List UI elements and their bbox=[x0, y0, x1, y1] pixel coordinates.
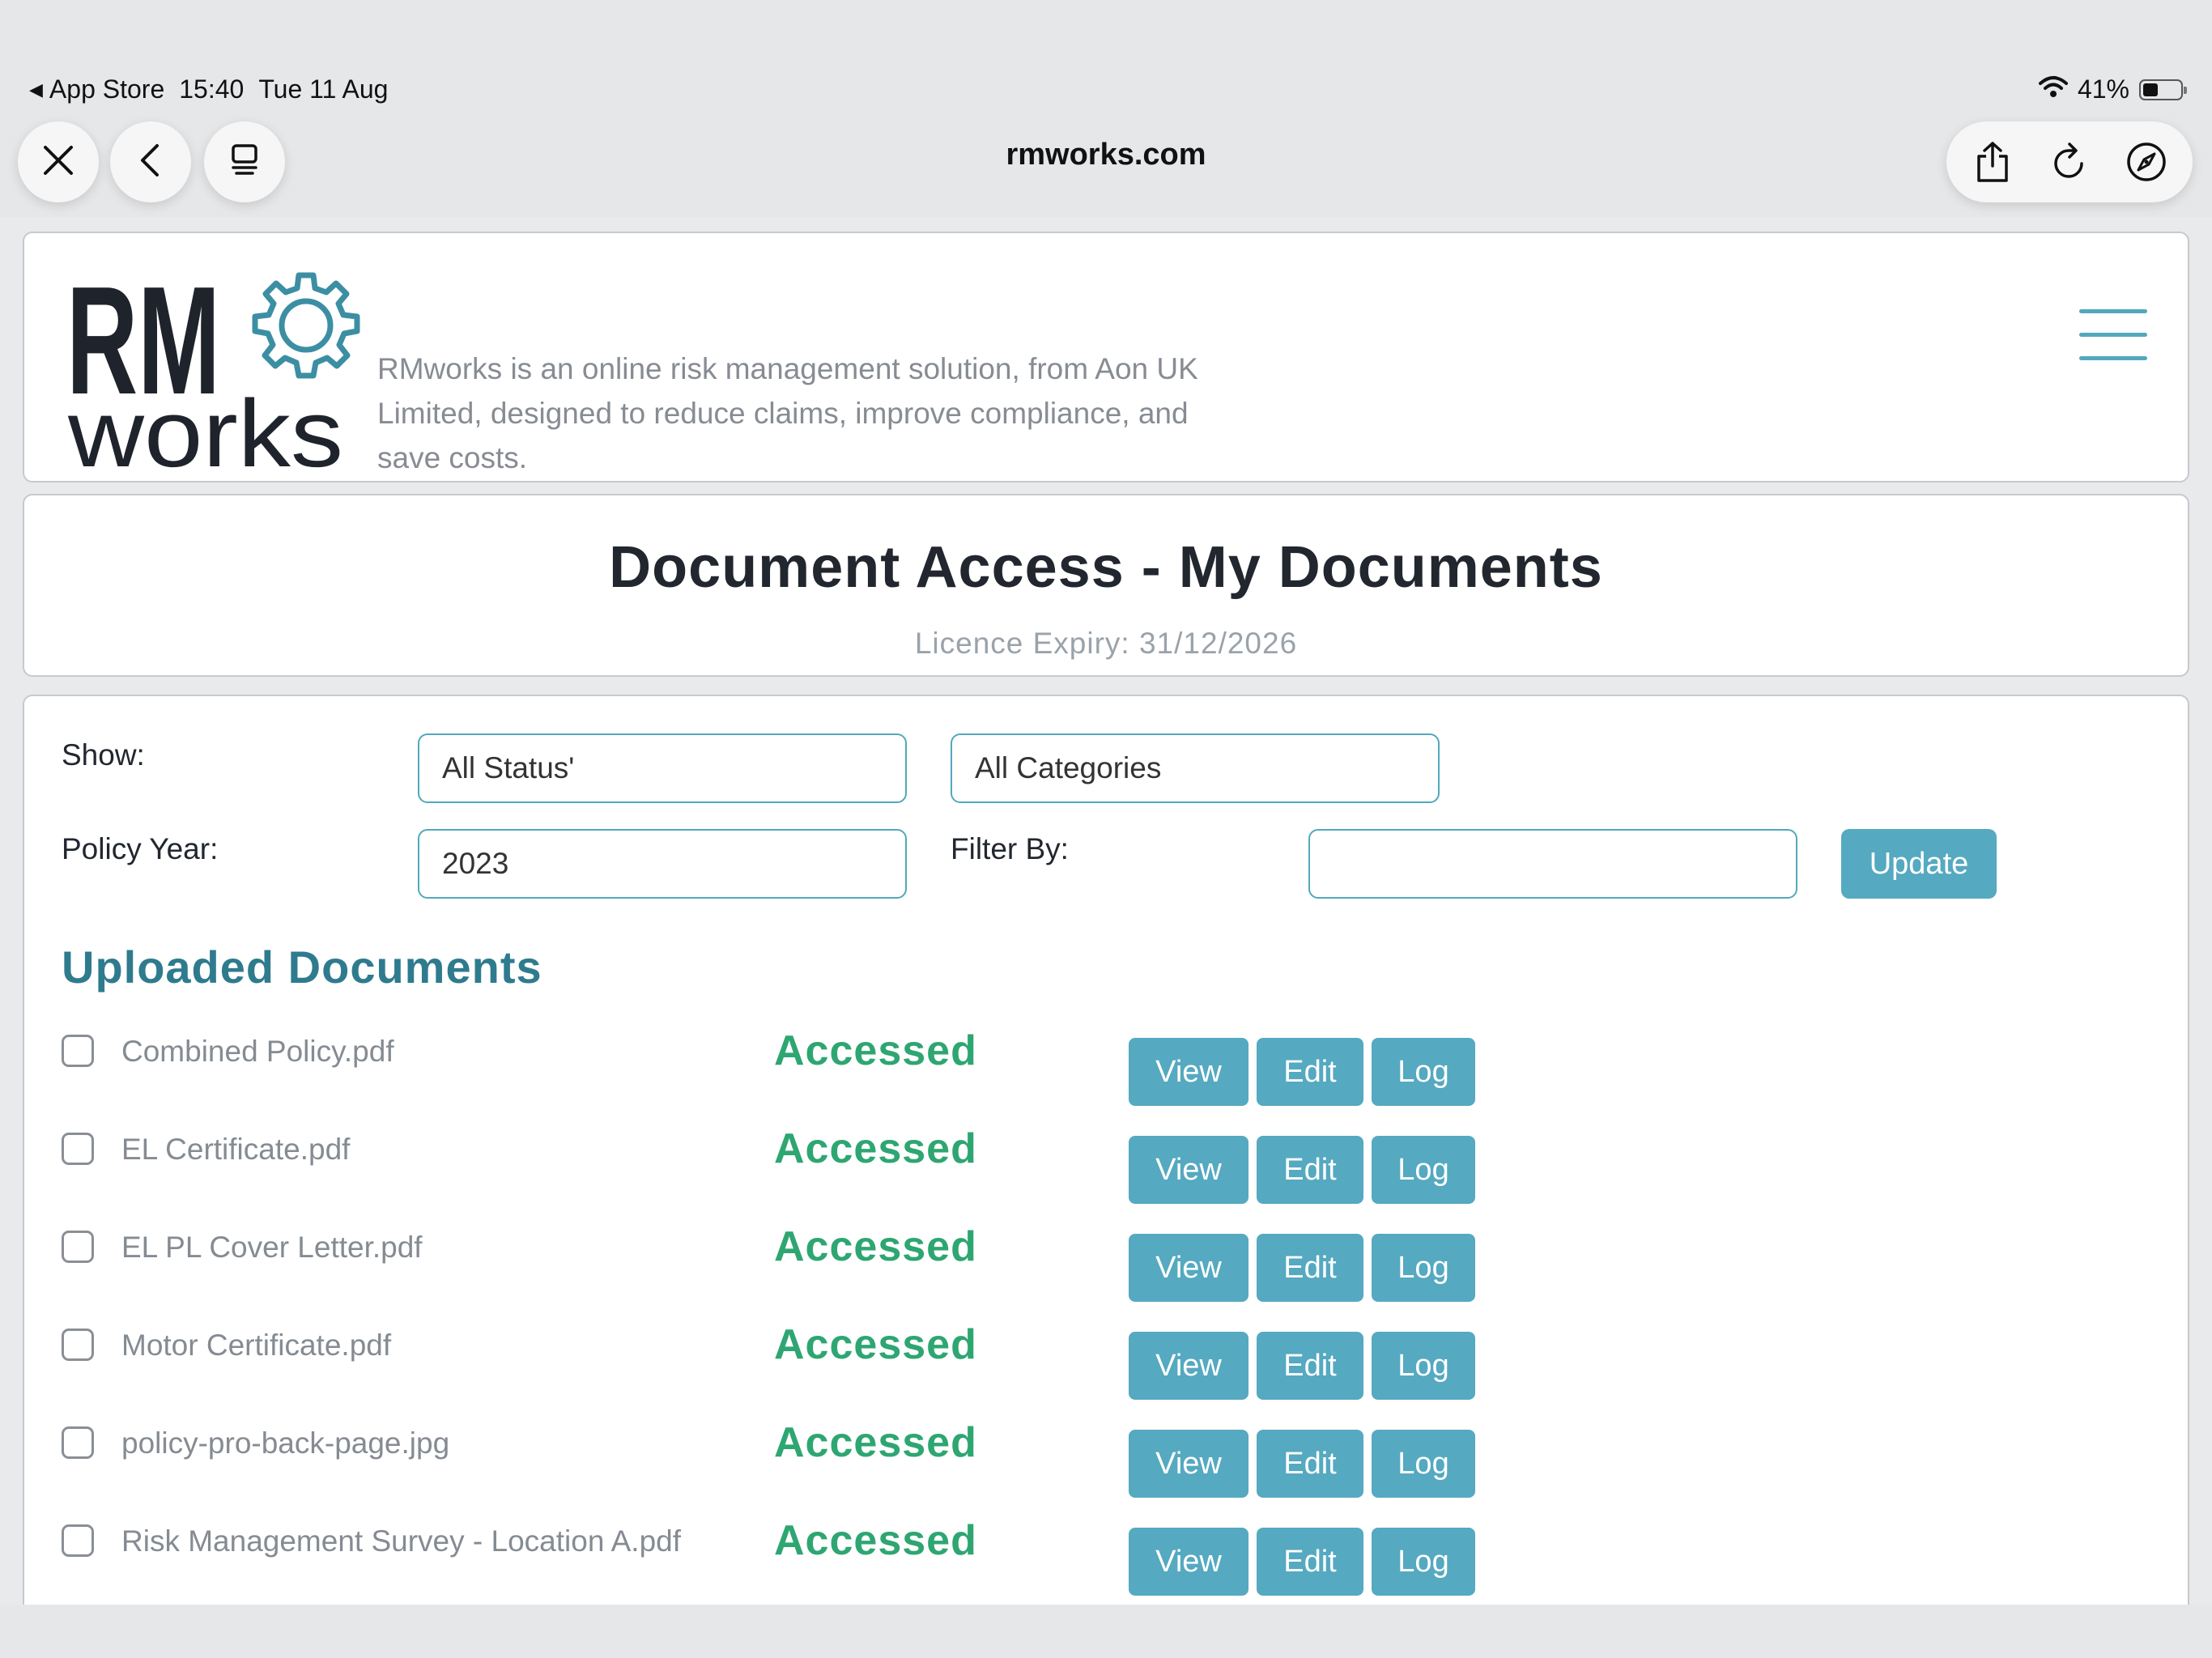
rmworks-logo[interactable]: RM works bbox=[66, 255, 374, 487]
hamburger-icon bbox=[2079, 309, 2147, 360]
document-checkbox[interactable] bbox=[62, 1426, 94, 1459]
document-row: policy-pro-back-page.jpg Accessed View E… bbox=[24, 1419, 2191, 1524]
document-name[interactable]: Combined Policy.pdf bbox=[121, 1035, 394, 1069]
log-button[interactable]: Log bbox=[1372, 1136, 1475, 1204]
log-button[interactable]: Log bbox=[1372, 1038, 1475, 1106]
view-button[interactable]: View bbox=[1129, 1332, 1249, 1400]
view-button[interactable]: View bbox=[1129, 1528, 1249, 1596]
uploaded-documents-heading: Uploaded Documents bbox=[62, 942, 542, 993]
document-row: Risk Management Survey - Location A.pdf … bbox=[24, 1517, 2191, 1605]
document-status: Accessed bbox=[774, 1419, 977, 1466]
edit-button[interactable]: Edit bbox=[1257, 1528, 1363, 1596]
log-button[interactable]: Log bbox=[1372, 1528, 1475, 1596]
view-button[interactable]: View bbox=[1129, 1234, 1249, 1302]
battery-percent: 41% bbox=[2077, 74, 2129, 104]
status-date: Tue 11 Aug bbox=[258, 74, 389, 104]
document-status: Accessed bbox=[774, 1125, 977, 1172]
view-button[interactable]: View bbox=[1129, 1038, 1249, 1106]
policy-year-label: Policy Year: bbox=[62, 832, 219, 865]
status-select[interactable]: All Status' bbox=[418, 733, 907, 803]
policy-year-select[interactable]: 2023 bbox=[418, 829, 907, 899]
document-status: Accessed bbox=[774, 1223, 977, 1270]
log-button[interactable]: Log bbox=[1372, 1234, 1475, 1302]
log-button[interactable]: Log bbox=[1372, 1332, 1475, 1400]
menu-button[interactable] bbox=[2079, 309, 2147, 368]
document-name[interactable]: EL Certificate.pdf bbox=[121, 1133, 350, 1167]
edit-button[interactable]: Edit bbox=[1257, 1038, 1363, 1106]
gear-icon bbox=[252, 272, 360, 379]
show-label: Show: bbox=[62, 738, 145, 772]
share-icon[interactable] bbox=[1960, 130, 2025, 194]
view-button[interactable]: View bbox=[1129, 1136, 1249, 1204]
wifi-icon bbox=[2038, 74, 2068, 104]
licence-expiry: Licence Expiry: 31/12/2026 bbox=[914, 627, 1298, 660]
compass-icon[interactable] bbox=[2114, 130, 2179, 194]
reload-icon[interactable] bbox=[2037, 130, 2102, 194]
site-header: RM works RMworks is an online risk manag… bbox=[23, 232, 2189, 487]
document-name[interactable]: policy-pro-back-page.jpg bbox=[121, 1426, 449, 1460]
url-bar[interactable]: rmworks.com bbox=[0, 138, 2212, 172]
filter-by-label: Filter By: bbox=[951, 832, 1069, 865]
document-row: Motor Certificate.pdf Accessed View Edit… bbox=[24, 1321, 2191, 1426]
document-row: EL PL Cover Letter.pdf Accessed View Edi… bbox=[24, 1223, 2191, 1328]
document-status: Accessed bbox=[774, 1321, 977, 1368]
document-name[interactable]: Risk Management Survey - Location A.pdf bbox=[121, 1524, 681, 1558]
document-checkbox[interactable] bbox=[62, 1231, 94, 1263]
battery-icon bbox=[2139, 79, 2187, 100]
edit-button[interactable]: Edit bbox=[1257, 1332, 1363, 1400]
update-button[interactable]: Update bbox=[1841, 829, 1997, 899]
document-name[interactable]: EL PL Cover Letter.pdf bbox=[121, 1231, 423, 1265]
documents-card: Show: All Status' All Categories Policy … bbox=[23, 695, 2189, 1605]
document-name[interactable]: Motor Certificate.pdf bbox=[121, 1329, 391, 1363]
document-checkbox[interactable] bbox=[62, 1035, 94, 1067]
edit-button[interactable]: Edit bbox=[1257, 1234, 1363, 1302]
logo-text-bottom: works bbox=[67, 380, 343, 474]
document-status: Accessed bbox=[774, 1027, 977, 1074]
filter-by-input[interactable] bbox=[1308, 829, 1797, 899]
view-button[interactable]: View bbox=[1129, 1430, 1249, 1498]
document-row: Combined Policy.pdf Accessed View Edit L… bbox=[24, 1027, 2191, 1132]
status-bar-left: ◀ App Store 15:40 Tue 11 Aug bbox=[29, 74, 388, 104]
log-button[interactable]: Log bbox=[1372, 1430, 1475, 1498]
title-card: Document Access - My Documents Licence E… bbox=[23, 494, 2189, 677]
document-status: Accessed bbox=[774, 1517, 977, 1564]
bottom-strip bbox=[0, 1605, 2212, 1658]
document-checkbox[interactable] bbox=[62, 1524, 94, 1557]
page-title: Document Access - My Documents bbox=[609, 535, 1603, 600]
back-to-app-label[interactable]: App Store bbox=[49, 74, 164, 104]
document-checkbox[interactable] bbox=[62, 1133, 94, 1165]
edit-button[interactable]: Edit bbox=[1257, 1136, 1363, 1204]
status-bar-right: 41% bbox=[2038, 74, 2187, 104]
category-select[interactable]: All Categories bbox=[951, 733, 1440, 803]
web-content: RM works RMworks is an online risk manag… bbox=[0, 217, 2212, 1605]
document-checkbox[interactable] bbox=[62, 1329, 94, 1361]
document-row: EL Certificate.pdf Accessed View Edit Lo… bbox=[24, 1125, 2191, 1230]
browser-actions bbox=[1946, 121, 2193, 202]
status-time: 15:40 bbox=[179, 74, 245, 104]
site-tagline: RMworks is an online risk management sol… bbox=[377, 352, 1198, 474]
back-to-app-icon[interactable]: ◀ bbox=[29, 79, 43, 100]
edit-button[interactable]: Edit bbox=[1257, 1430, 1363, 1498]
